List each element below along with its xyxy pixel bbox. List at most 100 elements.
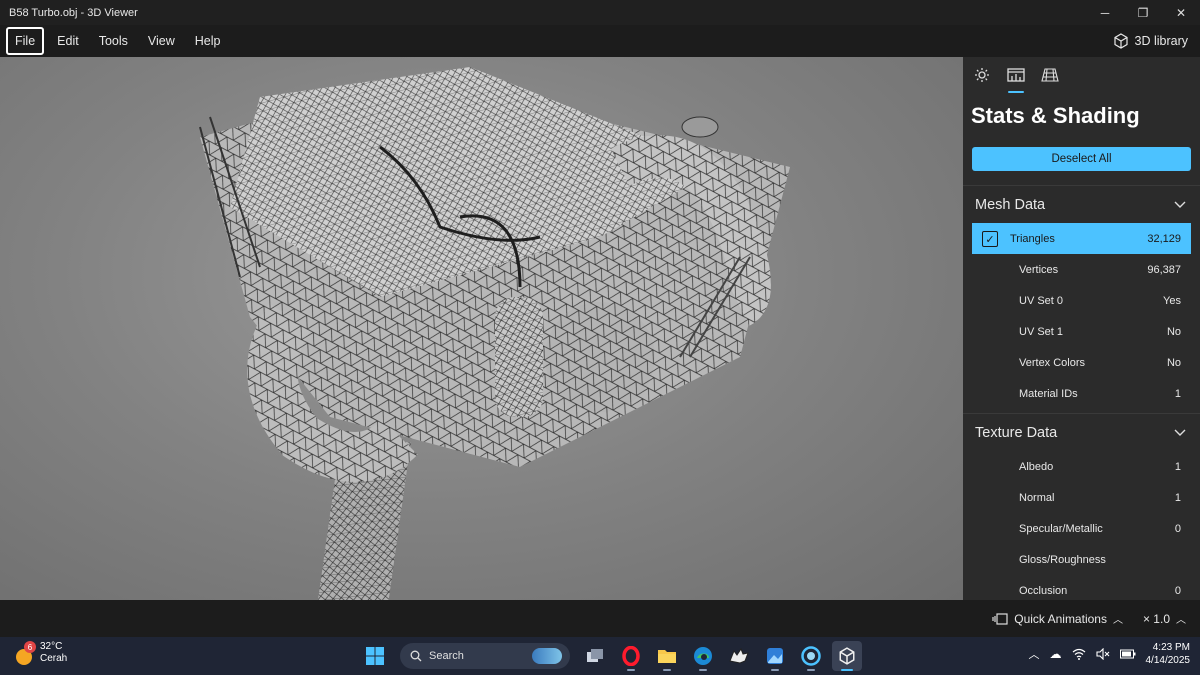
tab-stats[interactable]	[1006, 67, 1026, 93]
stat-row-gloss-roughness[interactable]: Gloss/Roughness	[972, 544, 1191, 575]
stat-value: 1	[1174, 387, 1181, 400]
taskbar-apps: Search	[360, 640, 862, 672]
grid-icon	[1041, 68, 1059, 82]
stat-value: 1	[1174, 460, 1181, 473]
wifi-icon[interactable]	[1072, 648, 1086, 660]
stat-row-albedo[interactable]: Albedo 1	[972, 451, 1191, 482]
opera-app[interactable]	[616, 641, 646, 671]
weather-temp: 32°C	[40, 641, 63, 652]
stat-value: 0	[1174, 522, 1181, 535]
title-bar: B58 Turbo.obj - 3D Viewer ─ ❐ ✕	[0, 0, 1200, 25]
engine-wireframe-model	[199, 67, 790, 600]
stats-icon	[1007, 68, 1025, 82]
stat-label: UV Set 0	[1019, 294, 1064, 307]
taskbar-search[interactable]: Search	[400, 643, 570, 669]
menu-view[interactable]: View	[141, 29, 182, 53]
speaker-muted-icon[interactable]	[1095, 648, 1110, 660]
mesh-data-title: Mesh Data	[975, 196, 1046, 213]
panel-tabs	[963, 57, 1200, 93]
tab-lighting[interactable]	[972, 67, 992, 91]
close-button[interactable]: ✕	[1162, 0, 1200, 25]
photos-app[interactable]	[760, 641, 790, 671]
stat-label: Specular/Metallic	[1019, 522, 1103, 535]
stat-row-vertex-colors[interactable]: Vertex Colors No	[972, 347, 1191, 378]
search-placeholder: Search	[429, 650, 464, 662]
menu-edit[interactable]: Edit	[50, 29, 86, 53]
stat-label: Albedo	[1019, 460, 1054, 473]
clock-time: 4:23 PM	[1152, 642, 1190, 653]
stat-row-triangles[interactable]: ✓ Triangles 32,129	[972, 223, 1191, 254]
browser-icon	[801, 646, 821, 666]
stat-value: No	[1166, 325, 1181, 338]
playback-speed-button[interactable]: × 1.0 ︿	[1142, 611, 1186, 627]
chevron-up-icon: ︿	[1176, 615, 1186, 626]
tab-grid[interactable]	[1040, 67, 1060, 91]
sun-icon	[975, 68, 989, 82]
stat-row-uv-set-1[interactable]: UV Set 1 No	[972, 316, 1191, 347]
chevron-down-icon	[1174, 429, 1186, 436]
edge-app[interactable]	[688, 641, 718, 671]
rhino-app[interactable]	[724, 641, 754, 671]
opera-icon	[622, 646, 640, 666]
browser-app[interactable]	[796, 641, 826, 671]
tray-overflow-icon[interactable]: ︿	[1029, 646, 1040, 662]
menu-file[interactable]: File	[6, 27, 45, 55]
3d-viewer-app[interactable]	[832, 641, 862, 671]
search-icon	[410, 650, 422, 662]
stat-label: UV Set 1	[1019, 325, 1064, 338]
restore-button[interactable]: ❐	[1124, 0, 1162, 25]
task-view-button[interactable]	[580, 641, 610, 671]
weather-sun-icon: 6	[14, 641, 36, 665]
stat-row-vertices[interactable]: Vertices 96,387	[972, 254, 1191, 285]
folder-icon	[658, 650, 676, 663]
stat-row-specular-metallic[interactable]: Specular/Metallic 0	[972, 513, 1191, 544]
clock[interactable]: 4:23 PM 4/14/2025	[1146, 641, 1191, 667]
chevron-up-icon: ︿	[1112, 615, 1123, 626]
deselect-all-button[interactable]: Deselect All	[972, 147, 1191, 171]
panel-title: Stats & Shading	[971, 103, 1140, 128]
quick-animations-button[interactable]: Quick Animations ︿	[992, 611, 1123, 626]
menu-bar: File Edit Tools View Help 3D library	[0, 25, 1200, 57]
stats-shading-panel: Stats & Shading Deselect All Mesh Data ✓…	[963, 57, 1200, 600]
3d-viewport[interactable]	[0, 57, 963, 600]
status-bar: Quick Animations ︿ × 1.0 ︿	[0, 600, 1200, 637]
stat-value: No	[1166, 356, 1181, 369]
start-button[interactable]	[360, 641, 390, 671]
menu-help[interactable]: Help	[188, 29, 228, 53]
edge-icon	[694, 647, 712, 665]
texture-data-header[interactable]: Texture Data	[963, 413, 1200, 451]
3d-library-button[interactable]: 3D library	[1113, 25, 1188, 57]
stat-label: Material IDs	[1019, 387, 1078, 400]
cloud-icon[interactable]: ☁	[1050, 647, 1062, 661]
checkbox-checked-icon[interactable]: ✓	[982, 231, 998, 247]
windows-logo-icon	[366, 647, 384, 665]
playback-speed-value: × 1.0	[1142, 611, 1170, 626]
search-highlight-icon	[532, 648, 562, 664]
battery-icon[interactable]	[1119, 649, 1136, 659]
stat-value: 0	[1174, 584, 1181, 597]
stat-value: Yes	[1163, 294, 1181, 307]
menu-tools[interactable]: Tools	[92, 29, 135, 53]
stat-label: Gloss/Roughness	[1019, 553, 1106, 566]
stat-row-normal[interactable]: Normal 1	[972, 482, 1191, 513]
mesh-data-header[interactable]: Mesh Data	[963, 185, 1200, 223]
stat-label: Triangles	[1010, 232, 1055, 245]
stat-value: 96,387	[1147, 263, 1181, 276]
stat-value: 1	[1174, 491, 1181, 504]
stat-label: Occlusion	[1019, 584, 1068, 597]
chevron-down-icon	[1174, 201, 1186, 208]
stat-label: Vertex Colors	[1019, 356, 1086, 369]
rhino-icon	[729, 647, 749, 664]
stat-row-material-ids[interactable]: Material IDs 1	[972, 378, 1191, 409]
weather-widget[interactable]: 6 32°C Cerah	[14, 641, 67, 665]
minimize-button[interactable]: ─	[1086, 0, 1124, 25]
stat-row-uv-set-0[interactable]: UV Set 0 Yes	[972, 285, 1191, 316]
stat-label: Vertices	[1019, 263, 1059, 276]
clock-date: 4/14/2025	[1145, 655, 1191, 666]
file-explorer-app[interactable]	[652, 641, 682, 671]
quick-animations-label: Quick Animations	[1014, 611, 1107, 626]
stat-value: 32,129	[1147, 232, 1181, 245]
stat-row-occlusion[interactable]: Occlusion 0	[972, 575, 1191, 600]
windows-taskbar: 6 32°C Cerah Search ︿ ☁ 4:23 PM 4/14/202…	[0, 637, 1200, 675]
photos-icon	[767, 648, 783, 664]
